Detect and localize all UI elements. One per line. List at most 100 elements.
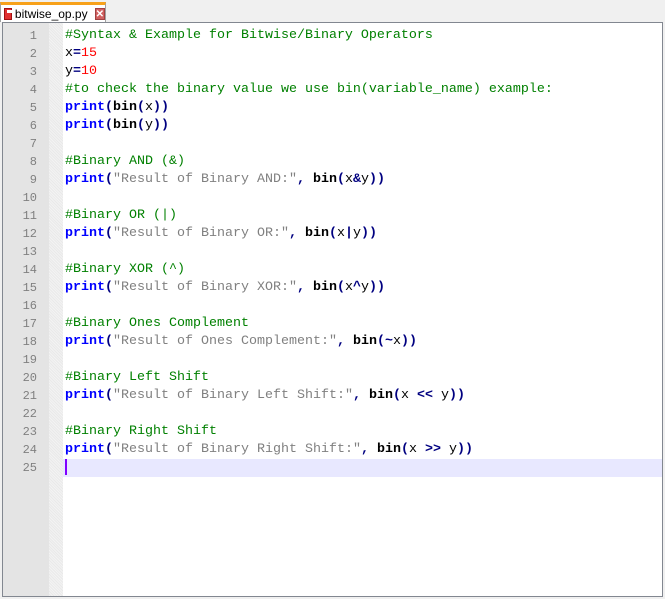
code-token: #to check the binary value we use bin(va… [65,82,553,97]
line-code[interactable]: #Binary Right Shift [63,423,662,441]
code-token: bin [304,226,329,241]
code-token: ( [105,442,113,457]
code-token: bin [312,280,337,295]
line-code[interactable]: #Binary AND (&) [63,153,662,171]
code-token: #Binary Ones Complement [65,316,249,331]
line-code[interactable]: y=10 [63,63,662,81]
line-number: 5 [29,101,37,115]
code-token: y [440,442,457,457]
close-tab-icon[interactable]: ✕ [94,7,105,20]
tab-bar: bitwise_op.py ✕ [0,0,665,22]
code-line[interactable]: 16 [3,297,662,315]
line-code[interactable] [63,297,662,315]
code-line[interactable]: 7 [3,135,662,153]
code-line[interactable]: 1 #Syntax & Example for Bitwise/Binary Op… [3,27,662,45]
line-number: 23 [22,425,37,439]
code-token: ( [336,280,345,295]
code-line[interactable]: 17 #Binary Ones Complement [3,315,662,333]
code-token: << [416,388,433,403]
code-token: bin [368,388,393,403]
code-token: y [65,64,73,79]
line-number: 10 [22,191,37,205]
code-line[interactable]: 14 #Binary XOR (^) [3,261,662,279]
line-code[interactable]: #Binary Ones Complement [63,315,662,333]
line-number: 11 [22,209,37,223]
code-line[interactable]: 6 print(bin(y)) [3,117,662,135]
code-line[interactable]: 24 print("Result of Binary Right Shift:",… [3,441,662,459]
line-code[interactable]: #Binary Left Shift [63,369,662,387]
line-number: 1 [29,29,37,43]
code-line[interactable]: 4 #to check the binary value we use bin(v… [3,81,662,99]
code-token: #Syntax & Example for Bitwise/Binary Ope… [65,28,433,43]
code-token: y [145,118,153,133]
line-code[interactable]: print("Result of Binary XOR:", bin(x^y)) [63,279,662,297]
code-token: "Result of Binary AND:" [113,172,297,187]
code-token: print [65,100,105,115]
line-number: 13 [22,245,37,259]
line-code[interactable]: print(bin(x)) [63,99,662,117]
line-code[interactable]: print("Result of Binary Left Shift:", bi… [63,387,662,405]
code-line[interactable]: 5 print(bin(x)) [3,99,662,117]
code-editor[interactable]: 1 #Syntax & Example for Bitwise/Binary Op… [2,22,663,597]
line-code[interactable] [63,189,662,207]
line-code[interactable] [63,243,662,261]
line-code[interactable] [63,135,662,153]
tab-bitwise-op[interactable]: bitwise_op.py ✕ [0,2,106,22]
line-code[interactable] [63,405,662,423]
code-token: , [352,388,361,403]
code-line[interactable]: 19 [3,351,662,369]
code-token: ( [105,226,113,241]
line-code[interactable]: #Syntax & Example for Bitwise/Binary Ope… [63,27,662,45]
code-token: x [408,442,425,457]
code-line[interactable]: 11 #Binary OR (|) [3,207,662,225]
code-token: >> [424,442,441,457]
code-token: y [352,226,361,241]
line-code[interactable]: print("Result of Binary OR:", bin(x|y)) [63,225,662,243]
line-code[interactable]: #Binary OR (|) [63,207,662,225]
code-line[interactable]: 12 print("Result of Binary OR:", bin(x|y)… [3,225,662,243]
line-number: 16 [22,299,37,313]
line-number: 14 [22,263,37,277]
code-token: #Binary Left Shift [65,370,209,385]
code-line[interactable]: 21 print("Result of Binary Left Shift:", … [3,387,662,405]
code-line[interactable]: 2 x=15 [3,45,662,63]
line-code[interactable] [63,351,662,369]
code-line[interactable]: 20 #Binary Left Shift [3,369,662,387]
code-token: ( [400,442,409,457]
line-code[interactable] [63,459,662,477]
code-token: , [296,172,305,187]
line-code[interactable]: print("Result of Binary Right Shift:", b… [63,441,662,459]
code-line[interactable]: 25 [3,459,662,477]
code-lines[interactable]: 1 #Syntax & Example for Bitwise/Binary Op… [3,27,662,477]
code-line[interactable]: 18 print("Result of Ones Complement:", bi… [3,333,662,351]
code-line[interactable]: 9 print("Result of Binary AND:", bin(x&y)… [3,171,662,189]
code-token: #Binary XOR (^) [65,262,185,277]
code-token: print [65,172,105,187]
code-token: (~ [376,334,393,349]
code-token: print [65,442,105,457]
code-token: print [65,334,105,349]
line-code[interactable]: print(bin(y)) [63,117,662,135]
code-token: 10 [81,64,97,79]
line-code[interactable]: x=15 [63,45,662,63]
code-token: x [65,46,73,61]
line-code[interactable]: #Binary XOR (^) [63,261,662,279]
code-line[interactable]: 22 [3,405,662,423]
line-code[interactable]: print("Result of Ones Complement:", bin(… [63,333,662,351]
code-token: bin [376,442,401,457]
code-line[interactable]: 3 y=10 [3,63,662,81]
code-token: ( [137,118,145,133]
code-line[interactable]: 10 [3,189,662,207]
code-token: "Result of Ones Complement:" [113,334,337,349]
code-line[interactable]: 13 [3,243,662,261]
line-code[interactable]: print("Result of Binary AND:", bin(x&y)) [63,171,662,189]
line-code[interactable]: #to check the binary value we use bin(va… [63,81,662,99]
code-token: ( [105,334,113,349]
line-number: 6 [29,119,37,133]
line-number: 24 [22,443,37,457]
code-line[interactable]: 15 print("Result of Binary XOR:", bin(x^y… [3,279,662,297]
code-line[interactable]: 8 #Binary AND (&) [3,153,662,171]
code-line[interactable]: 23 #Binary Right Shift [3,423,662,441]
